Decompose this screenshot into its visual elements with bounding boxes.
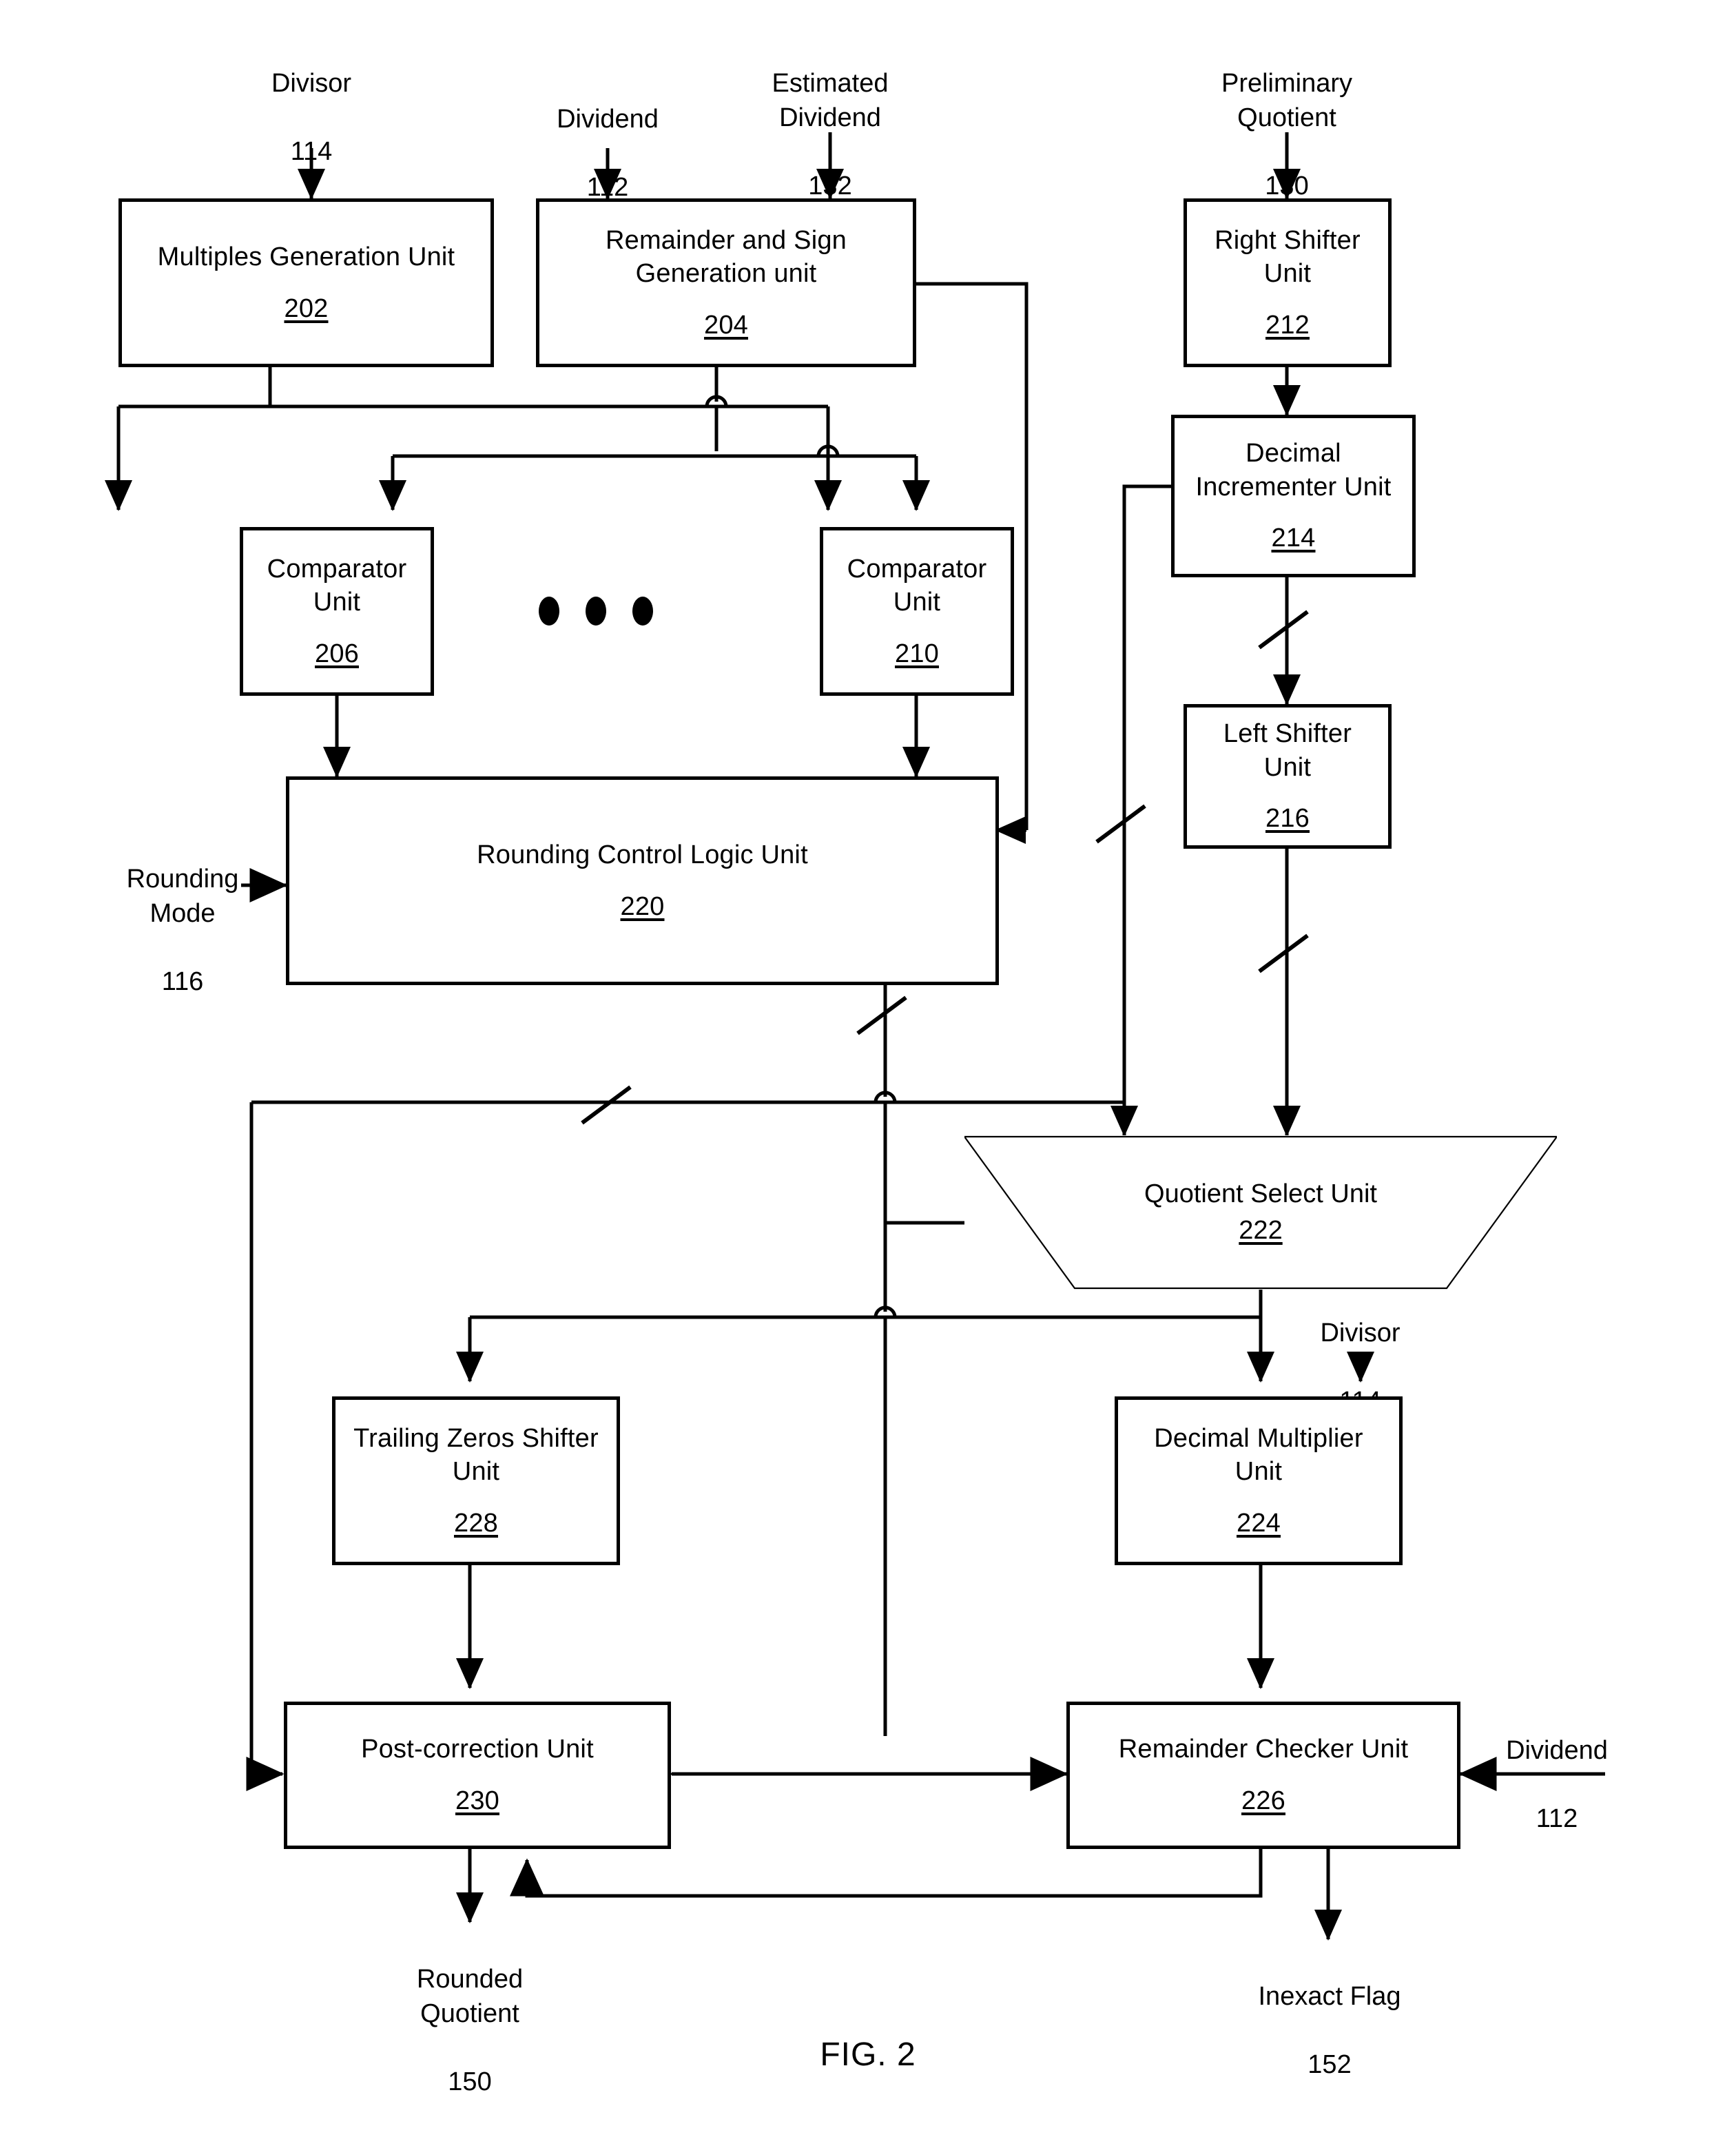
mux-trapezoid-shape [964,1135,1557,1290]
block-comparator-unit-210-ref: 210 [894,639,939,668]
block-quotient-select-unit[interactable]: Quotient Select Unit 222 [964,1135,1557,1290]
signal-dividend-right-label: Dividend [1506,1736,1608,1766]
block-rounding-control-logic-unit-title: Rounding Control Logic Unit [477,840,808,869]
signal-inexact-flag-label: Inexact Flag [1258,1982,1401,2012]
block-decimal-multiplier-unit-title: Decimal Multiplier Unit [1154,1423,1363,1487]
block-trailing-zeros-shifter-unit-title: Trailing Zeros Shifter Unit [353,1423,599,1487]
block-multiples-generation-unit[interactable]: Multiples Generation Unit 202 [118,198,494,367]
signal-inexact-flag-ref: 152 [1308,2050,1352,2080]
block-comparator-unit-206-ref: 206 [314,639,359,668]
block-rounding-control-logic-unit-ref: 220 [620,891,665,921]
block-comparator-unit-206-title: Comparator Unit [267,554,407,617]
signal-rounding-mode: Rounding Mode 116 [114,829,251,1033]
ellipsis-dot-2 [586,597,606,626]
signal-inexact-flag: Inexact Flag 152 [1219,1946,1440,2116]
block-comparator-unit-206[interactable]: Comparator Unit 206 [240,527,434,696]
block-remainder-checker-unit-title: Remainder Checker Unit [1118,1735,1409,1764]
block-remainder-checker-unit[interactable]: Remainder Checker Unit 226 [1066,1702,1460,1849]
signal-estimated-dividend-label: Estimated Dividend [772,69,889,132]
signal-rounded-quotient-ref: 150 [448,2067,492,2096]
figure-caption: FIG. 2 [820,2036,916,2073]
ellipsis-dot-1 [539,597,559,626]
signal-rounded-quotient-label: Rounded Quotient [416,1965,524,2028]
signal-dividend-top-label: Dividend [557,105,659,134]
block-trailing-zeros-shifter-unit[interactable]: Trailing Zeros Shifter Unit 228 [332,1396,620,1565]
block-left-shifter-unit-title: Left Shifter Unit [1223,719,1352,782]
block-decimal-incrementer-unit-title: Decimal Incrementer Unit [1195,439,1392,502]
block-comparator-unit-210[interactable]: Comparator Unit 210 [820,527,1014,696]
comparator-ellipsis [539,597,653,626]
block-multiples-generation-unit-ref: 202 [284,293,329,323]
block-remainder-and-sign-generation-unit-title: Remainder and Sign Generation unit [605,225,847,289]
block-remainder-and-sign-generation-unit[interactable]: Remainder and Sign Generation unit 204 [536,198,916,367]
block-quotient-select-unit-ref: 222 [1239,1216,1283,1245]
signal-divisor-mid-label: Divisor [1320,1319,1401,1348]
block-left-shifter-unit[interactable]: Left Shifter Unit 216 [1184,704,1392,849]
signal-divisor-top: Divisor 114 [222,33,401,203]
signal-divisor-top-label: Divisor [271,69,352,99]
block-rounding-control-logic-unit[interactable]: Rounding Control Logic Unit 220 [286,776,999,985]
block-comparator-unit-210-title: Comparator Unit [847,554,987,617]
block-remainder-and-sign-generation-unit-ref: 204 [703,310,748,340]
signal-dividend-right: Dividend 112 [1464,1700,1650,1870]
signal-rounding-mode-ref: 116 [161,967,204,996]
signal-dividend-right-ref: 112 [1536,1804,1578,1834]
block-trailing-zeros-shifter-unit-ref: 228 [453,1508,498,1538]
block-post-correction-unit[interactable]: Post-correction Unit 230 [284,1702,671,1849]
block-decimal-multiplier-unit[interactable]: Decimal Multiplier Unit 224 [1115,1396,1403,1565]
block-post-correction-unit-title: Post-correction Unit [361,1735,594,1764]
block-quotient-select-unit-title: Quotient Select Unit [1144,1179,1377,1208]
signal-preliminary-quotient-label: Preliminary Quotient [1221,69,1353,132]
block-right-shifter-unit-ref: 212 [1265,310,1310,340]
block-remainder-checker-unit-ref: 226 [1241,1786,1285,1815]
block-right-shifter-unit-title: Right Shifter Unit [1215,225,1361,289]
block-decimal-incrementer-unit-ref: 214 [1271,524,1316,553]
ellipsis-dot-3 [632,597,653,626]
block-left-shifter-unit-ref: 216 [1265,804,1310,834]
block-decimal-incrementer-unit[interactable]: Decimal Incrementer Unit 214 [1171,415,1416,577]
block-decimal-multiplier-unit-ref: 224 [1236,1508,1281,1538]
signal-divisor-top-ref: 114 [290,137,333,167]
signal-rounded-quotient: Rounded Quotient 150 [380,1929,559,2133]
block-post-correction-unit-ref: 230 [455,1786,499,1815]
block-multiples-generation-unit-title: Multiples Generation Unit [157,242,455,271]
patent-figure: Divisor 114 Dividend 112 Estimated Divid… [0,0,1736,2148]
block-right-shifter-unit[interactable]: Right Shifter Unit 212 [1184,198,1392,367]
signal-rounding-mode-label: Rounding Mode [126,865,239,928]
